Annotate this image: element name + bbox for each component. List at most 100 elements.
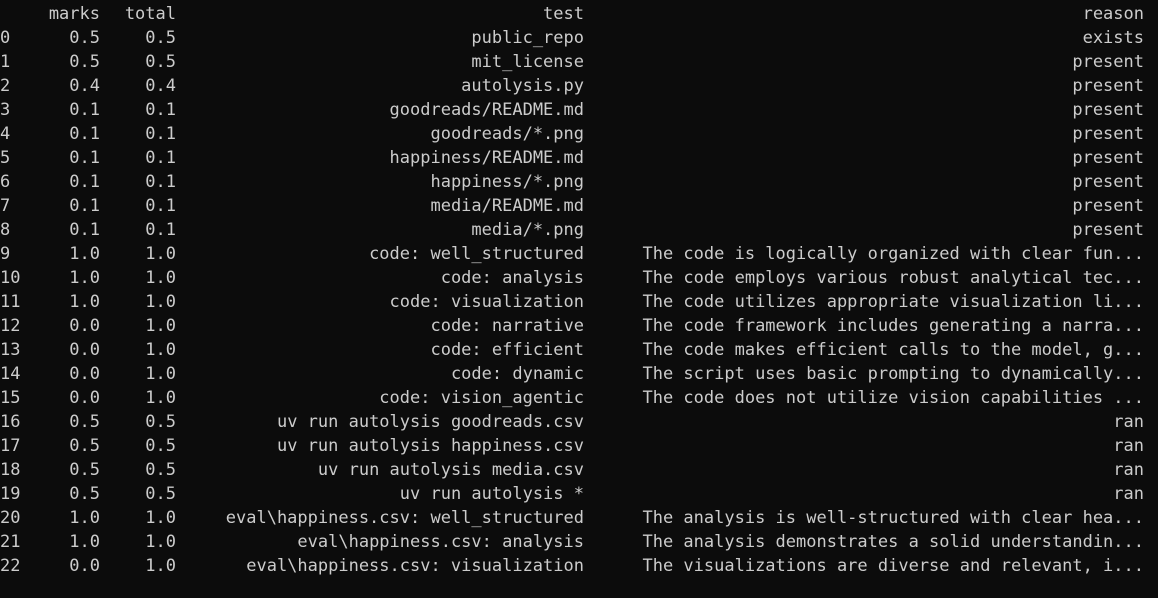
row-total: 1.0 — [145, 364, 176, 384]
row-index: 1 — [0, 52, 11, 72]
table-row: 4 0.1 0.1 goodreads/*.png present — [0, 122, 1158, 146]
row-marks: 0.1 — [69, 220, 100, 240]
table-row: 22 0.0 1.0 eval\happiness.csv: visualizatio… — [0, 554, 1158, 578]
row-marks: 0.1 — [69, 124, 100, 144]
row-test: media/README.md — [430, 196, 584, 216]
row-reason: present — [1072, 52, 1144, 72]
row-reason: The script uses basic prompting to dynam… — [642, 364, 1144, 384]
terminal-window: marks total test reason 0 0.5 0.5 public_re… — [0, 0, 1158, 598]
row-total: 0.1 — [145, 100, 176, 120]
row-marks: 0.0 — [69, 556, 100, 576]
row-index: 0 — [0, 28, 11, 48]
row-marks: 0.5 — [69, 436, 100, 456]
row-marks: 0.1 — [69, 100, 100, 120]
row-total: 1.0 — [145, 532, 176, 552]
row-reason: exists — [1082, 28, 1144, 48]
row-total: 0.5 — [145, 52, 176, 72]
table-row: 10 1.0 1.0 code: analysis The code employs v… — [0, 266, 1158, 290]
row-test: code: dynamic — [450, 364, 584, 384]
row-index: 6 — [0, 172, 11, 192]
row-reason: The code makes efficient calls to the mo… — [642, 340, 1144, 360]
row-index: 17 — [0, 436, 21, 456]
row-test: code: vision_agentic — [379, 388, 584, 408]
row-reason: The analysis demonstrates a solid unders… — [642, 532, 1144, 552]
row-index: 20 — [0, 508, 21, 528]
row-marks: 0.5 — [69, 52, 100, 72]
row-index: 16 — [0, 412, 21, 432]
row-total: 0.1 — [145, 196, 176, 216]
header-reason: reason — [1082, 4, 1144, 24]
row-total: 1.0 — [145, 292, 176, 312]
table-row: 20 1.0 1.0 eval\happiness.csv: well_structu… — [0, 506, 1158, 530]
row-reason: present — [1072, 220, 1144, 240]
table-row: 9 1.0 1.0 code: well_structured The code is … — [0, 242, 1158, 266]
row-index: 8 — [0, 220, 11, 240]
row-index: 9 — [0, 244, 11, 264]
row-marks: 0.5 — [69, 412, 100, 432]
table-row: 18 0.5 0.5 uv run autolysis media.csv ran — [0, 458, 1158, 482]
table-row: 7 0.1 0.1 media/README.md present — [0, 194, 1158, 218]
row-reason: ran — [1113, 460, 1144, 480]
header-marks: marks — [48, 4, 100, 24]
table-row: 17 0.5 0.5 uv run autolysis happiness.csv ra… — [0, 434, 1158, 458]
row-index: 21 — [0, 532, 21, 552]
row-marks: 0.0 — [69, 316, 100, 336]
table-row: 14 0.0 1.0 code: dynamic The script uses bas… — [0, 362, 1158, 386]
row-total: 1.0 — [145, 316, 176, 336]
row-index: 4 — [0, 124, 11, 144]
row-total: 0.1 — [145, 124, 176, 144]
row-index: 14 — [0, 364, 21, 384]
row-index: 18 — [0, 460, 21, 480]
row-test: code: well_structured — [369, 244, 584, 264]
row-test: eval\happiness.csv: well_structured — [225, 508, 584, 528]
row-marks: 0.0 — [69, 364, 100, 384]
row-test: uv run autolysis goodreads.csv — [276, 412, 584, 432]
row-reason: The code does not utilize vision capabil… — [642, 388, 1144, 408]
row-index: 19 — [0, 484, 21, 504]
table-row: 15 0.0 1.0 code: vision_agentic The code doe… — [0, 386, 1158, 410]
row-reason: present — [1072, 124, 1144, 144]
table-row: 6 0.1 0.1 happiness/*.png present — [0, 170, 1158, 194]
row-test: goodreads/*.png — [430, 124, 584, 144]
row-index: 22 — [0, 556, 21, 576]
table-row: 1 0.5 0.5 mit_license present — [0, 50, 1158, 74]
row-marks: 1.0 — [69, 508, 100, 528]
row-total: 0.1 — [145, 220, 176, 240]
row-marks: 0.5 — [69, 28, 100, 48]
table-row: 2 0.4 0.4 autolysis.py present — [0, 74, 1158, 98]
row-marks: 0.1 — [69, 196, 100, 216]
row-reason: ran — [1113, 412, 1144, 432]
row-reason: present — [1072, 100, 1144, 120]
row-test: uv run autolysis * — [399, 484, 584, 504]
row-total: 0.5 — [145, 412, 176, 432]
row-marks: 1.0 — [69, 244, 100, 264]
row-index: 3 — [0, 100, 11, 120]
row-total: 1.0 — [145, 388, 176, 408]
row-marks: 1.0 — [69, 268, 100, 288]
row-total: 0.5 — [145, 28, 176, 48]
row-total: 0.1 — [145, 172, 176, 192]
table-row: 0 0.5 0.5 public_repo exists — [0, 26, 1158, 50]
header-total: total — [124, 4, 176, 24]
row-total: 1.0 — [145, 244, 176, 264]
row-test: media/*.png — [471, 220, 584, 240]
row-reason: present — [1072, 76, 1144, 96]
row-total: 0.4 — [145, 76, 176, 96]
row-reason: ran — [1113, 484, 1144, 504]
row-test: eval\happiness.csv: visualization — [246, 556, 584, 576]
row-test: mit_license — [471, 52, 584, 72]
row-reason: The analysis is well-structured with cle… — [642, 508, 1144, 528]
row-test: uv run autolysis happiness.csv — [276, 436, 584, 456]
row-reason: present — [1072, 196, 1144, 216]
row-marks: 0.1 — [69, 148, 100, 168]
row-test: code: visualization — [389, 292, 584, 312]
row-marks: 1.0 — [69, 292, 100, 312]
row-reason: ran — [1113, 436, 1144, 456]
row-total: 1.0 — [145, 556, 176, 576]
row-total: 1.0 — [145, 508, 176, 528]
row-test: happiness/README.md — [389, 148, 584, 168]
row-reason: present — [1072, 172, 1144, 192]
row-test: public_repo — [471, 28, 584, 48]
row-marks: 1.0 — [69, 532, 100, 552]
table-row: 3 0.1 0.1 goodreads/README.md present — [0, 98, 1158, 122]
